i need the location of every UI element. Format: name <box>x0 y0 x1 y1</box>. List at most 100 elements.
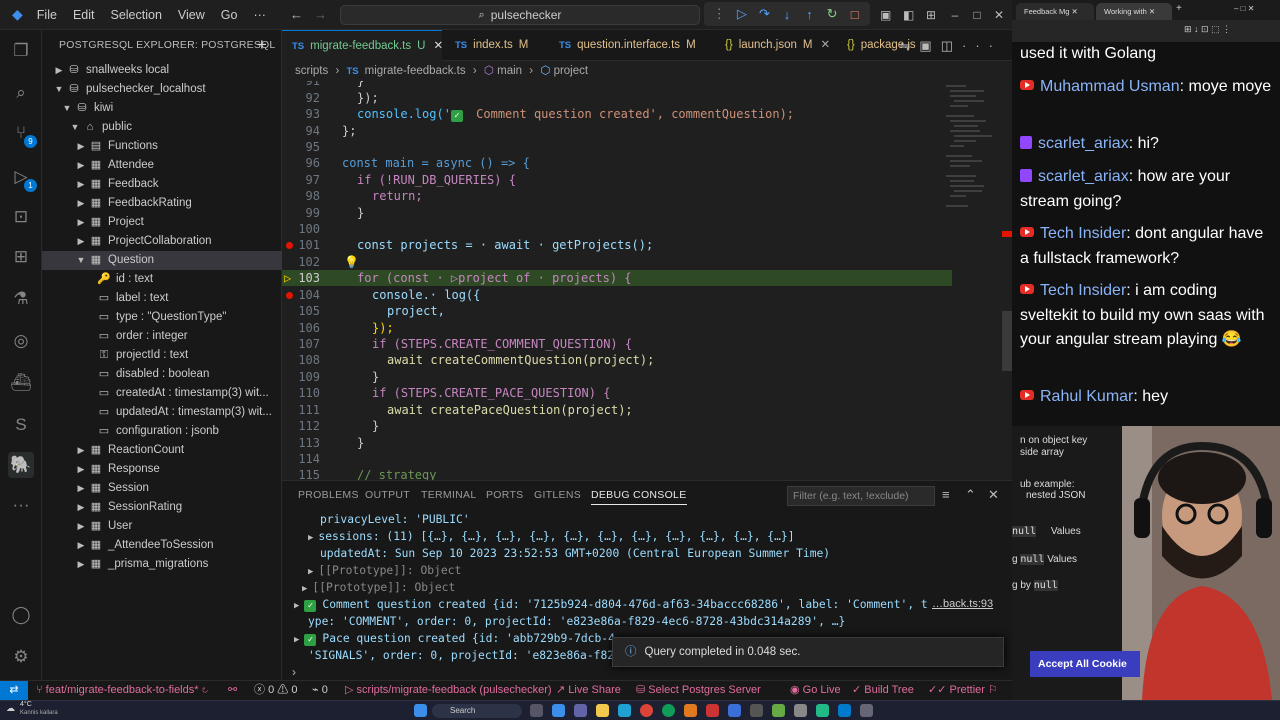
tab-gitlens[interactable]: GITLENS <box>534 489 581 501</box>
teams-icon[interactable] <box>574 704 587 717</box>
tree-item-column[interactable]: ▭ type : "QuestionType" <box>42 308 282 327</box>
tab-output[interactable]: OUTPUT <box>365 489 410 501</box>
tree-item-column[interactable]: ▭ disabled : boolean <box>42 365 282 384</box>
remote-indicator-icon[interactable]: ⇄ <box>0 681 28 700</box>
app-icon[interactable] <box>728 704 741 717</box>
search-icon[interactable]: ⌕ <box>8 80 34 106</box>
tree-item-schema[interactable]: ▼ ⌂ public <box>42 118 282 137</box>
prettier-status[interactable]: ✓✓ Prettier <box>928 681 985 700</box>
back-arrow-icon[interactable]: ← <box>290 7 303 22</box>
tab-question-interface[interactable]: TS question.interface.ts M <box>549 30 706 61</box>
tab-terminal[interactable]: TERMINAL <box>421 489 477 501</box>
settings-gear-icon[interactable]: ⚙ <box>8 644 34 670</box>
sql-icon[interactable]: S <box>8 412 34 438</box>
tree-item-table[interactable]: ▶ ▦ Attendee <box>42 156 282 175</box>
console-line[interactable]: ▶ sessions: (11) [{…}, {…}, {…}, {…}, {…}… <box>308 528 795 545</box>
weather-icon[interactable]: ☁ <box>6 703 15 714</box>
more-views-icon[interactable]: ··· <box>8 492 34 518</box>
layout-custom-icon[interactable]: ⊞ <box>926 8 936 22</box>
chat-username[interactable]: Tech Insider <box>1040 225 1126 242</box>
close-tab-icon[interactable]: ✕ <box>1072 7 1078 16</box>
breadcrumb-folder[interactable]: scripts <box>295 65 328 77</box>
tree-item-table[interactable]: ▶ ▦ Feedback <box>42 175 282 194</box>
tab-debug-console[interactable]: DEBUG CONSOLE <box>591 489 687 505</box>
console-line[interactable]: ▶ [[Prototype]]: Object <box>302 579 455 596</box>
testing-icon[interactable]: ⚗ <box>8 286 34 312</box>
tree-item-column[interactable]: 🔑 id : text <box>42 270 282 289</box>
run-debug-icon[interactable]: ▷ 1 <box>8 164 37 192</box>
tab-index[interactable]: TS index.ts M <box>445 30 538 61</box>
postgres-status[interactable]: ⛁ Select Postgres Server <box>636 681 761 700</box>
docker-icon[interactable]: ⛴ <box>8 370 34 396</box>
chat-username[interactable]: Muhammad Usman <box>1040 78 1180 95</box>
minimap[interactable] <box>942 81 1012 480</box>
close-window-icon[interactable]: ✕ <box>984 0 1014 30</box>
layout-sidebar-icon[interactable]: ◧ <box>903 8 914 22</box>
clear-console-icon[interactable]: ≡ <box>942 487 950 502</box>
continue-icon[interactable]: ▷ <box>733 6 751 22</box>
console-prompt-icon[interactable]: › <box>292 665 296 679</box>
source-link[interactable]: …back.ts:93 <box>932 596 993 613</box>
close-tab-icon[interactable]: ✕ <box>433 40 443 52</box>
chat-username[interactable]: Rahul Kumar <box>1040 388 1133 405</box>
file-explorer-icon[interactable] <box>596 704 609 717</box>
chat-username[interactable]: scarlet_ariax <box>1038 168 1129 185</box>
tree-item-database[interactable]: ▼ ⛁ kiwi <box>42 99 282 118</box>
forward-arrow-icon[interactable]: → <box>314 7 327 22</box>
breadcrumb-function[interactable]: main <box>497 65 522 77</box>
drag-handle-icon[interactable]: ⋮ <box>710 6 728 22</box>
tree-item-table[interactable]: ▶ ▦ ReactionCount <box>42 441 282 460</box>
add-connection-icon[interactable]: + <box>257 30 267 60</box>
console-line[interactable]: ▶ ✓ Comment question created {id: '7125b92… <box>294 596 928 613</box>
lightbulb-icon[interactable]: 💡 <box>344 254 359 270</box>
tree-item-table[interactable]: ▶ ▦ Session <box>42 479 282 498</box>
console-line[interactable]: ▶ ✓ Pace question created {id: 'abb729b9-7… <box>294 630 615 647</box>
step-into-icon[interactable]: ↓ <box>778 7 796 22</box>
explorer-icon[interactable]: ❐ <box>8 38 34 64</box>
gitlens-icon[interactable]: ◎ <box>8 328 34 354</box>
tree-item-table[interactable]: ▶ ▦ _prisma_migrations <box>42 555 282 574</box>
tree-item-column[interactable]: ⚿ projectId : text <box>42 346 282 365</box>
problems-status[interactable]: ⓧ 0 ⚠ 0 <box>254 681 297 700</box>
remote-explorer-icon[interactable]: ⊡ <box>8 204 34 230</box>
tree-item-table[interactable]: ▶ ▦ Response <box>42 460 282 479</box>
menu-view[interactable]: View <box>170 0 213 30</box>
more-actions-icon[interactable]: ··· <box>962 38 1002 53</box>
tree-item-table[interactable]: ▶ ▦ User <box>42 517 282 536</box>
app-icon[interactable] <box>750 704 763 717</box>
new-tab-icon[interactable]: + <box>1176 3 1182 14</box>
breadcrumb-file[interactable]: migrate-feedback.ts <box>365 65 466 77</box>
build-tree-status[interactable]: ✓ Build Tree <box>852 681 914 700</box>
tree-item-column[interactable]: ▭ configuration : jsonb <box>42 422 282 441</box>
step-over-icon[interactable]: ↷ <box>755 6 773 22</box>
chat-username[interactable]: Tech Insider <box>1040 282 1126 299</box>
taskbar-search[interactable]: Search <box>432 704 522 718</box>
maximize-panel-icon[interactable]: ⌃ <box>965 487 976 503</box>
edge-icon[interactable] <box>618 704 631 717</box>
tree-item-connection[interactable]: ▶ ⛁ snallweeks local <box>42 61 282 80</box>
accept-cookies-button[interactable]: Accept All Cookie <box>1030 651 1140 677</box>
chat-username[interactable]: scarlet_ariax <box>1038 135 1129 152</box>
tree-item-table-selected[interactable]: ▼ ▦ Question <box>42 251 282 270</box>
account-icon[interactable]: ◯ <box>8 602 34 628</box>
chrome-icon[interactable] <box>662 704 675 717</box>
breadcrumb-variable[interactable]: project <box>554 65 589 77</box>
close-tab-icon[interactable]: ✕ <box>820 39 830 51</box>
menu-go[interactable]: Go <box>213 0 246 30</box>
tab-launch-json[interactable]: {} launch.json M ✕ <box>715 30 840 61</box>
chrome-icon[interactable] <box>640 704 653 717</box>
tree-item-table[interactable]: ▶ ▦ FeedbackRating <box>42 194 282 213</box>
debug-filter-input[interactable]: Filter (e.g. text, !exclude) <box>787 486 935 506</box>
restart-icon[interactable]: ↻ <box>823 6 841 22</box>
close-tab-icon[interactable]: ✕ <box>1149 7 1155 16</box>
split-editor-icon[interactable]: ◫ <box>941 38 962 53</box>
tab-problems[interactable]: PROBLEMS <box>298 489 359 501</box>
tree-item-table[interactable]: ▶ ▦ Project <box>42 213 282 232</box>
code-editor[interactable]: 91} 92}); 93 console.log(' ✓ Comment quest… <box>282 81 1012 480</box>
tree-item-functions[interactable]: ▶ ▤ Functions <box>42 137 282 156</box>
menu-edit[interactable]: Edit <box>65 0 103 30</box>
tab-ports[interactable]: PORTS <box>486 489 523 501</box>
console-line[interactable]: ▶ [[Prototype]]: Object <box>308 562 461 579</box>
tree-item-column[interactable]: ▭ label : text <box>42 289 282 308</box>
browser-extensions-icon[interactable]: ⊞ ↓ ⊡ ⬚ ⋮ <box>1184 24 1231 35</box>
